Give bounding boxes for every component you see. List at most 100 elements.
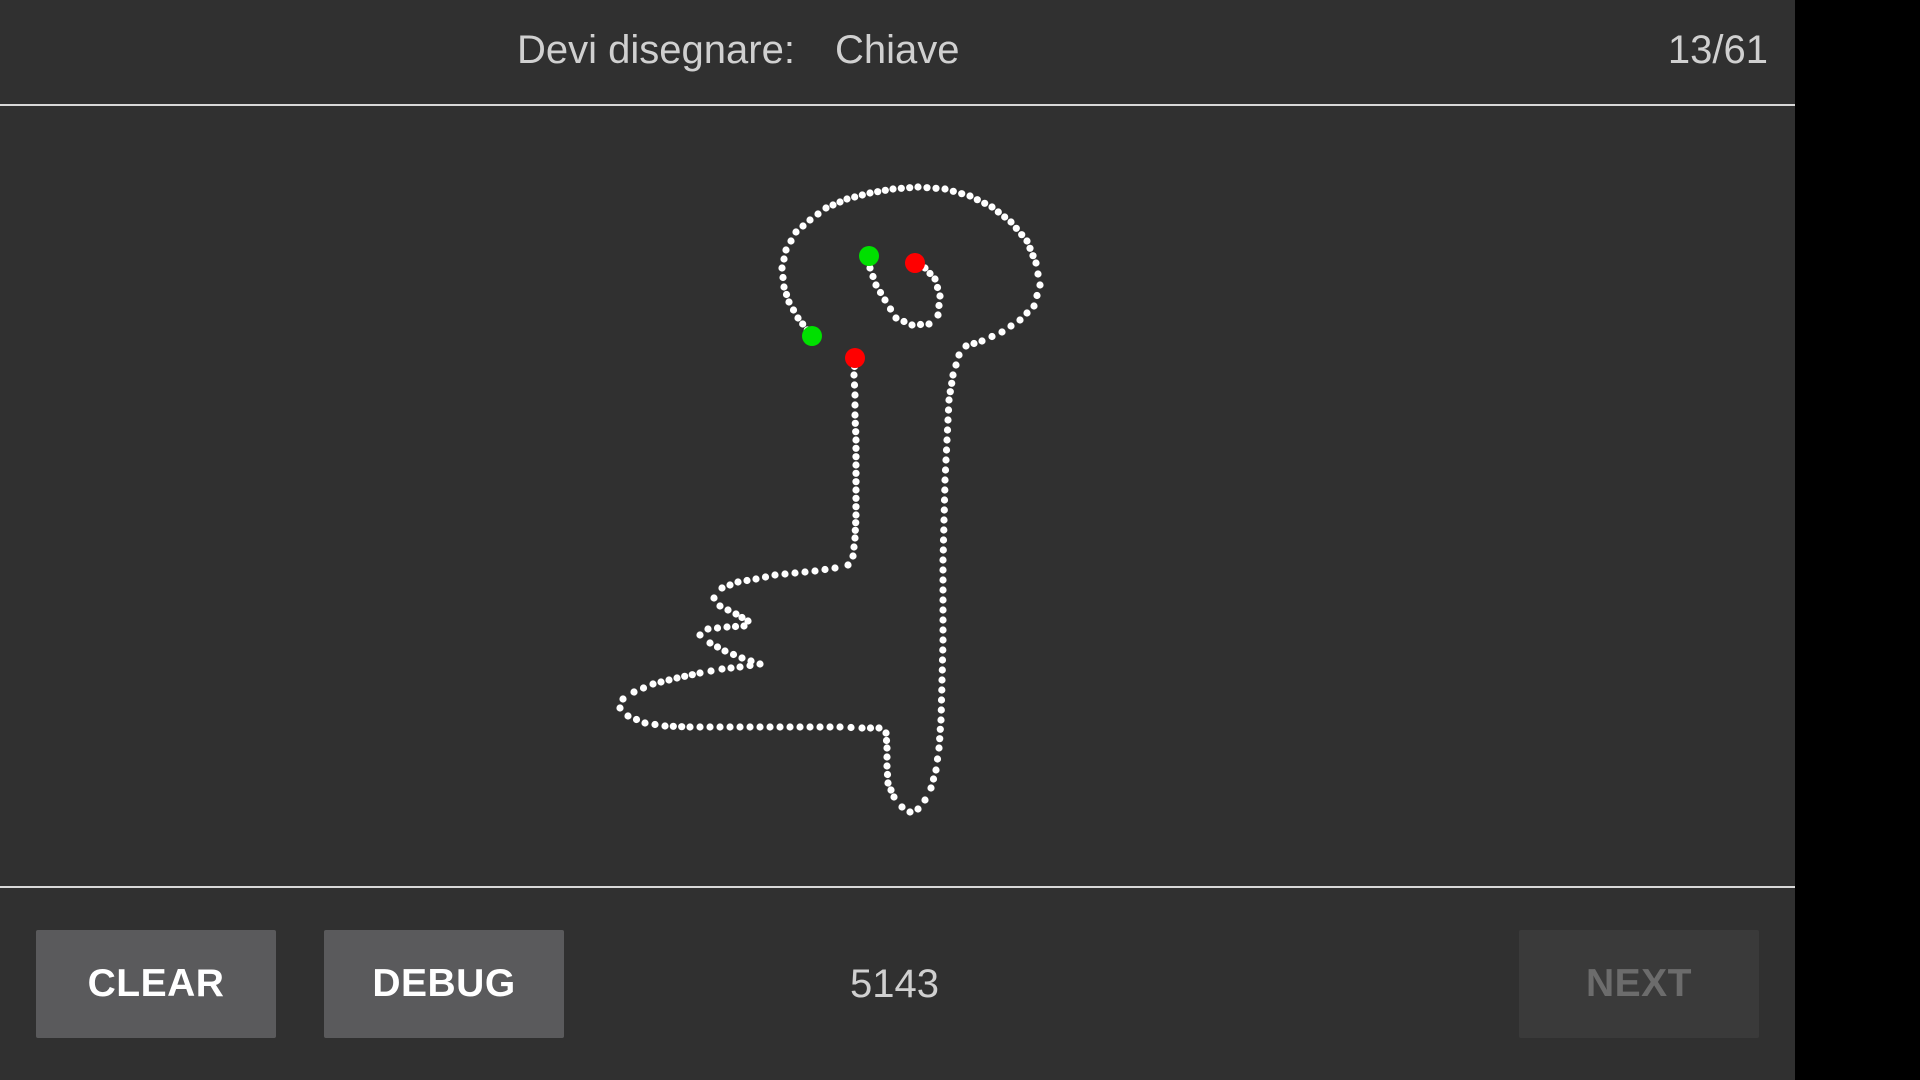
stroke-dot bbox=[734, 578, 742, 586]
stroke-dot bbox=[875, 724, 883, 732]
footer-divider bbox=[0, 886, 1795, 888]
stroke-dot bbox=[939, 576, 947, 584]
stroke-dot bbox=[1036, 281, 1044, 289]
stroke-dot bbox=[736, 663, 744, 671]
stroke-dot bbox=[883, 762, 891, 770]
stroke-dot bbox=[736, 723, 744, 731]
stroke-dot bbox=[726, 581, 734, 589]
stroke-dot bbox=[941, 476, 949, 484]
stroke-dot bbox=[1018, 231, 1026, 239]
stroke-dot bbox=[731, 622, 740, 631]
stroke-dot bbox=[949, 187, 957, 195]
stroke-dot bbox=[771, 571, 779, 579]
sketch-stroke bbox=[865, 252, 944, 329]
stroke-dot bbox=[851, 391, 859, 399]
stroke-dot bbox=[940, 496, 949, 504]
stroke-dot bbox=[852, 519, 860, 527]
stroke-dot bbox=[696, 631, 704, 639]
stroke-dot bbox=[874, 188, 882, 196]
stroke-dot bbox=[724, 606, 732, 614]
stroke-end-marker bbox=[845, 348, 865, 368]
stroke-dot bbox=[669, 722, 677, 730]
stroke-dot bbox=[852, 444, 860, 452]
stroke-dot bbox=[657, 678, 665, 686]
stroke-start-marker bbox=[859, 246, 879, 266]
stroke-dot bbox=[866, 189, 874, 197]
clear-button[interactable]: CLEAR bbox=[36, 930, 276, 1038]
stroke-dot bbox=[914, 805, 922, 813]
stroke-dot bbox=[970, 339, 978, 348]
stroke-dot bbox=[688, 671, 696, 679]
stroke-dot bbox=[844, 561, 852, 569]
stroke-dot bbox=[1034, 270, 1042, 278]
stroke-dot bbox=[892, 314, 900, 322]
stroke-dot bbox=[707, 667, 715, 675]
stroke-dot bbox=[927, 784, 935, 792]
stroke-dot bbox=[716, 602, 724, 610]
stroke-dot bbox=[787, 237, 795, 245]
drawing-canvas[interactable] bbox=[0, 106, 1795, 886]
stroke-dot bbox=[886, 305, 895, 313]
stroke-dot bbox=[852, 461, 860, 469]
stroke-dot bbox=[925, 320, 933, 328]
stroke-dot bbox=[858, 191, 866, 199]
stroke-dot bbox=[721, 647, 729, 655]
stroke-dot bbox=[933, 283, 942, 292]
stroke-dot bbox=[944, 416, 952, 424]
stroke-dot bbox=[752, 575, 760, 583]
stroke-dot bbox=[780, 255, 788, 263]
stroke-dot bbox=[816, 723, 824, 731]
stroke-dot bbox=[948, 379, 956, 387]
stroke-dot bbox=[889, 185, 897, 193]
drawing-app: Devi disegnare: Chiave 13/61 CLEAR DEBUG… bbox=[0, 0, 1795, 1080]
stroke-dot bbox=[778, 264, 786, 272]
stroke-dot bbox=[796, 723, 804, 731]
stroke-dot bbox=[726, 723, 734, 731]
stroke-dot bbox=[649, 680, 657, 688]
stroke-dot bbox=[1026, 244, 1034, 252]
stroke-dot bbox=[1029, 252, 1037, 260]
stroke-dot bbox=[678, 723, 686, 731]
stroke-dot bbox=[949, 371, 957, 379]
stroke-dot bbox=[926, 269, 934, 278]
stroke-dot bbox=[943, 426, 952, 434]
stroke-dot bbox=[822, 204, 830, 212]
stroke-dot bbox=[881, 296, 889, 304]
stroke-dot bbox=[696, 669, 704, 677]
stroke-dot bbox=[939, 546, 947, 554]
stroke-dot bbox=[716, 723, 724, 731]
stroke-dot bbox=[851, 411, 859, 419]
sketch-stroke bbox=[616, 183, 1044, 816]
stroke-dot bbox=[939, 566, 947, 574]
stroke-dot bbox=[852, 478, 860, 486]
next-button[interactable]: NEXT bbox=[1519, 930, 1759, 1038]
stroke-dot bbox=[942, 456, 950, 464]
stroke-dot bbox=[681, 672, 689, 680]
stroke-dot bbox=[686, 723, 694, 731]
stroke-dot bbox=[908, 321, 916, 329]
debug-button[interactable]: DEBUG bbox=[324, 930, 564, 1038]
stroke-dot bbox=[906, 808, 914, 816]
stroke-dot bbox=[624, 712, 632, 720]
stroke-dot bbox=[723, 623, 731, 631]
stroke-dot bbox=[934, 311, 942, 319]
stroke-dot bbox=[869, 272, 877, 281]
stroke-dot bbox=[940, 516, 948, 524]
stroke-dot bbox=[897, 184, 905, 192]
stroke-dot bbox=[898, 803, 906, 811]
stroke-dot bbox=[829, 201, 837, 209]
stroke-dot bbox=[801, 568, 809, 576]
stroke-dot bbox=[938, 676, 946, 684]
stroke-dot bbox=[890, 793, 898, 801]
stroke-dot bbox=[811, 567, 819, 575]
stroke-dot bbox=[616, 704, 624, 712]
stroke-dot bbox=[1007, 218, 1015, 226]
stroke-dot bbox=[673, 674, 681, 682]
stroke-dot bbox=[1030, 302, 1038, 310]
stroke-dot bbox=[747, 657, 755, 665]
stroke-dot bbox=[851, 534, 859, 542]
stroke-dot bbox=[826, 723, 834, 731]
stroke-dot bbox=[939, 616, 947, 624]
stroke-dot bbox=[939, 596, 947, 604]
stroke-dot bbox=[937, 716, 945, 724]
